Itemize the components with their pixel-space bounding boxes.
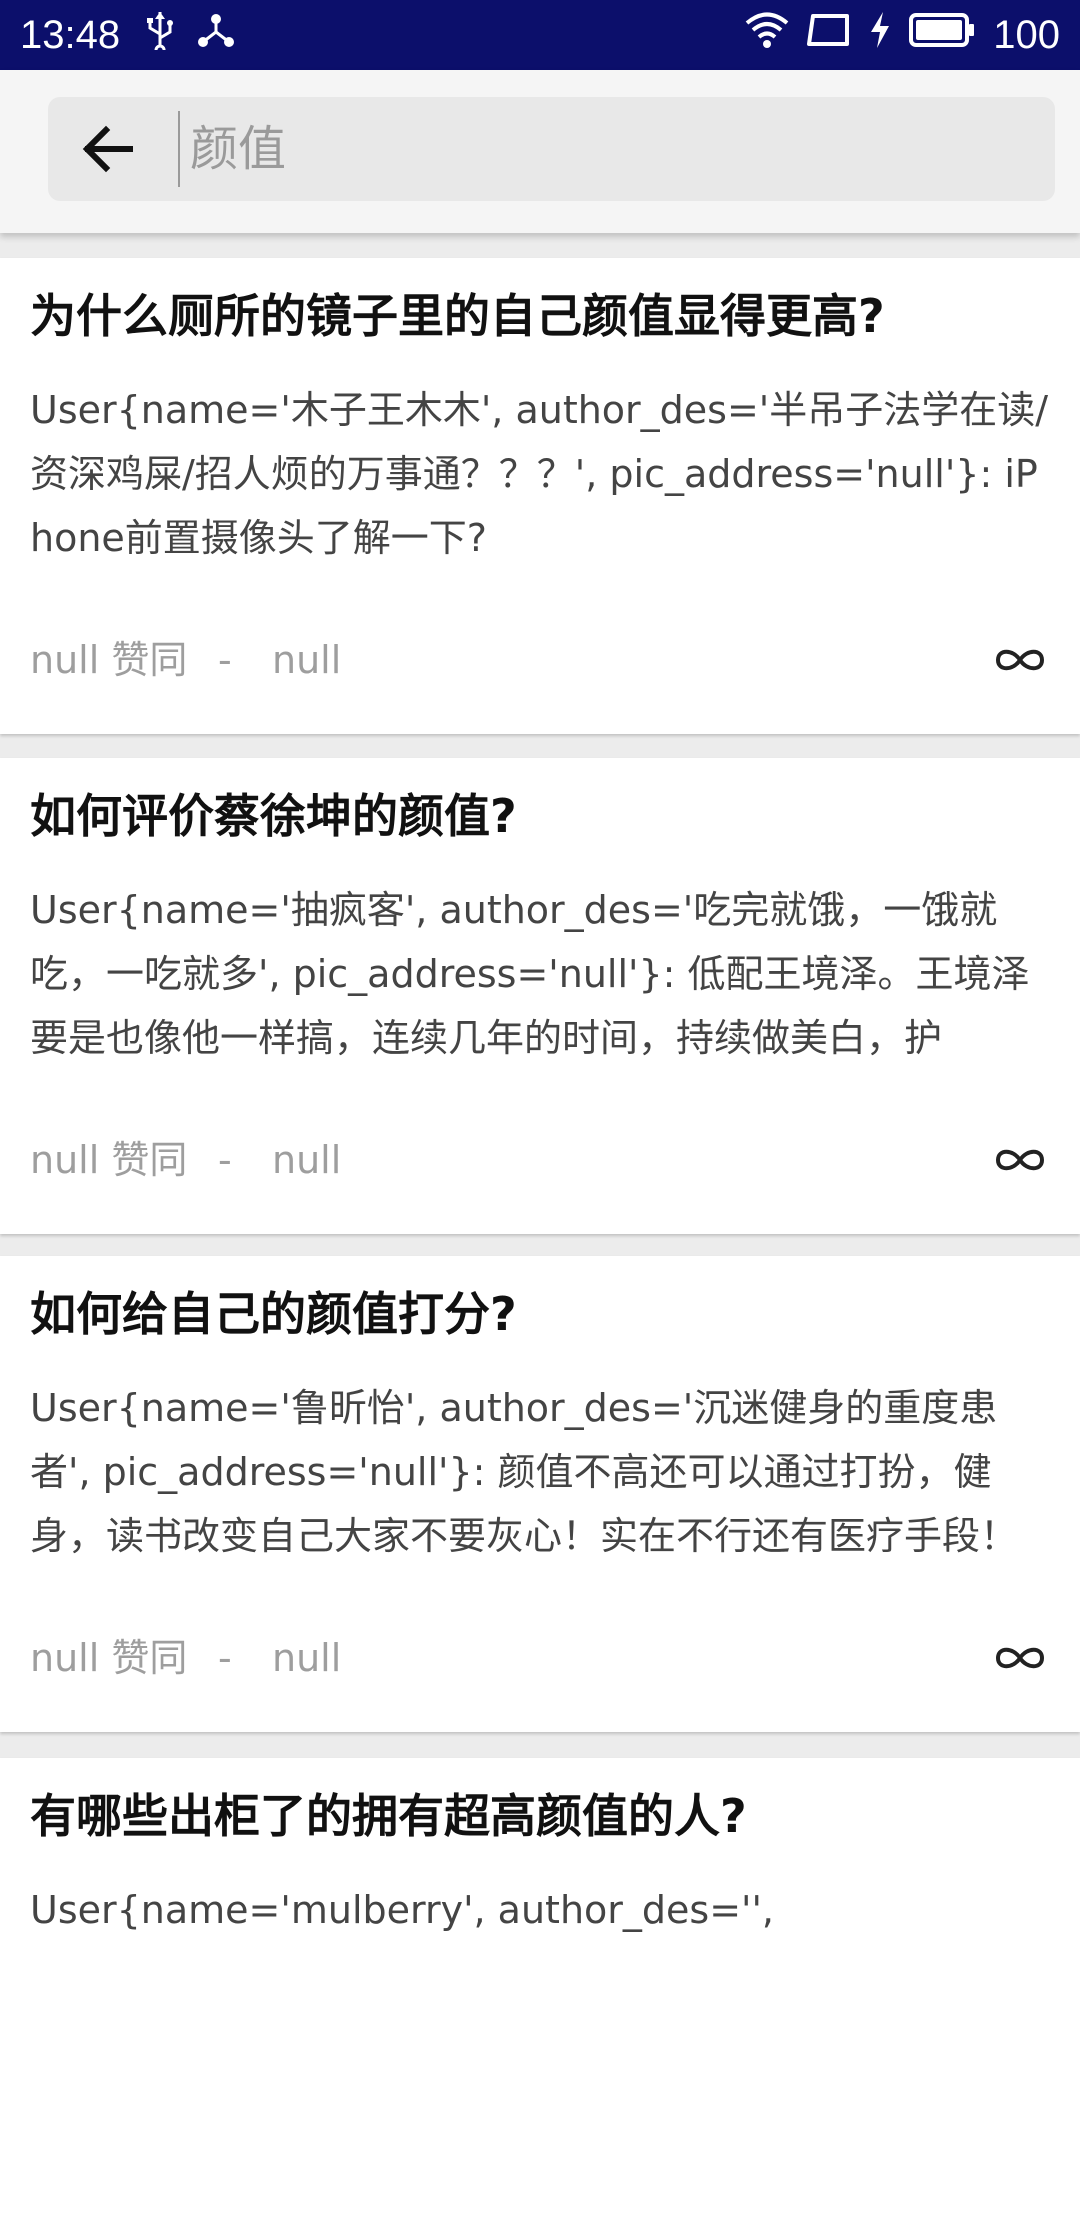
card-footer: null 赞同 - null <box>30 1628 1050 1688</box>
answer-time: null <box>272 1636 342 1680</box>
usb-icon <box>144 10 176 60</box>
charging-icon <box>869 12 891 58</box>
card-footer: null 赞同 - null <box>30 630 1050 690</box>
meta-separator: - <box>218 638 232 682</box>
answer-excerpt[interactable]: User{name='鲁昕怡', author_des='沉迷健身的重度患者',… <box>30 1376 1055 1568</box>
meta-separator: - <box>218 1138 232 1182</box>
status-bar: 13:48 100 <box>0 0 1080 70</box>
search-box <box>48 97 1055 201</box>
infinity-icon <box>995 1647 1045 1669</box>
answer-excerpt[interactable]: User{name='mulberry', author_des='', <box>30 1878 1055 1942</box>
share-icon <box>196 10 236 60</box>
infinity-icon <box>995 649 1045 671</box>
battery-icon <box>909 12 975 58</box>
question-title[interactable]: 有哪些出柜了的拥有超高颜值的人? <box>30 1786 1050 1846</box>
question-title[interactable]: 如何给自己的颜值打分? <box>30 1284 1050 1344</box>
more-options-button[interactable] <box>990 630 1050 690</box>
back-arrow-icon <box>82 125 133 173</box>
list-item[interactable]: 为什么厕所的镜子里的自己颜值显得更高? User{name='木子王木木', a… <box>0 258 1080 734</box>
list-item[interactable]: 有哪些出柜了的拥有超高颜值的人? User{name='mulberry', a… <box>0 1758 1080 2234</box>
vote-count: null 赞同 <box>30 1636 188 1680</box>
status-time: 13:48 <box>20 13 121 57</box>
meta-separator: - <box>218 1636 232 1680</box>
question-title[interactable]: 为什么厕所的镜子里的自己颜值显得更高? <box>30 286 1050 346</box>
more-options-button[interactable] <box>990 1130 1050 1190</box>
answer-time: null <box>272 1138 342 1182</box>
vote-count: null 赞同 <box>30 1138 188 1182</box>
more-options-button[interactable] <box>990 1628 1050 1688</box>
infinity-icon <box>995 1149 1045 1171</box>
list-item[interactable]: 如何给自己的颜值打分? User{name='鲁昕怡', author_des=… <box>0 1256 1080 1732</box>
question-title[interactable]: 如何评价蔡徐坤的颜值? <box>30 786 1050 846</box>
search-input[interactable] <box>178 111 1028 187</box>
answer-time: null <box>272 638 342 682</box>
screen-rotation-icon <box>807 12 851 58</box>
vote-count: null 赞同 <box>30 638 188 682</box>
back-button[interactable] <box>78 119 138 179</box>
wifi-icon <box>745 10 789 60</box>
status-right-icons: 100 <box>745 10 1060 60</box>
status-left-icons <box>144 10 236 60</box>
search-header <box>0 70 1080 233</box>
answer-excerpt[interactable]: User{name='木子王木木', author_des='半吊子法学在读/资… <box>30 378 1055 570</box>
battery-percentage: 100 <box>993 13 1060 57</box>
list-item[interactable]: 如何评价蔡徐坤的颜值? User{name='抽疯客', author_des=… <box>0 758 1080 1234</box>
answer-excerpt[interactable]: User{name='抽疯客', author_des='吃完就饿，一饿就吃，一… <box>30 878 1055 1070</box>
card-footer: null 赞同 - null <box>30 1130 1050 1190</box>
